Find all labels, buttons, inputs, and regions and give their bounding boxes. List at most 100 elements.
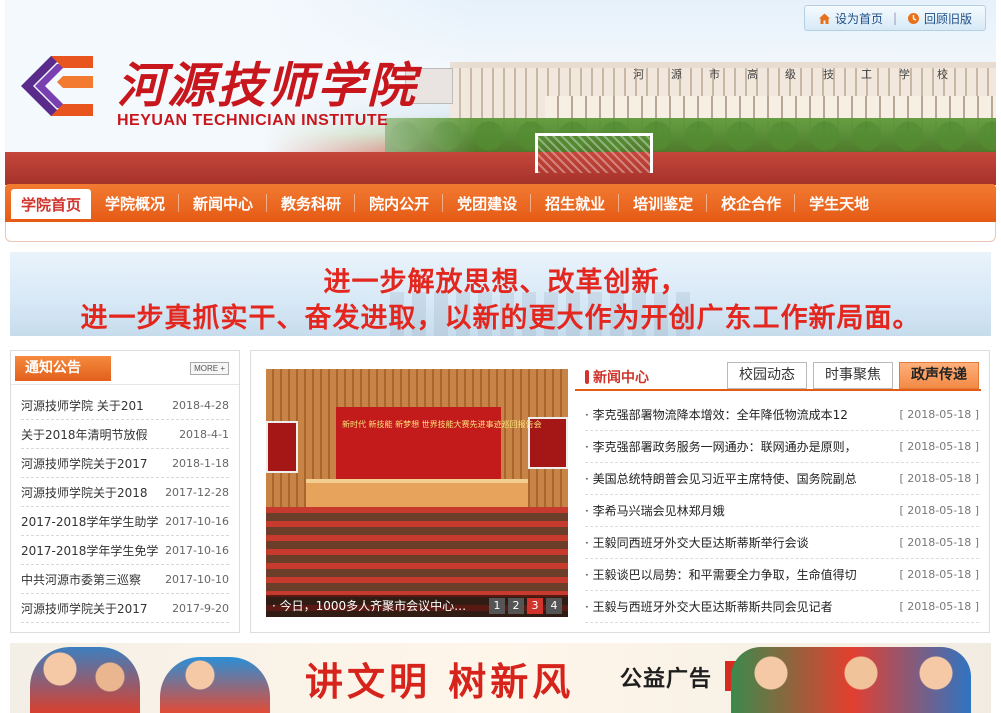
backdrop-text: 新时代 新技能 新梦想 世界技能大赛先进事迹巡回报告会 xyxy=(342,420,542,429)
pager-button-active[interactable]: 3 xyxy=(527,598,543,614)
list-item: 河源技师学院关于2018 2017-12-28 xyxy=(21,478,229,507)
notice-item-title[interactable]: 关于2018年清明节放假 xyxy=(21,426,161,443)
public-service-banner[interactable]: 讲文明 树新风 公益广告 xyxy=(10,643,991,713)
notice-item-title[interactable]: 中共河源市委第三巡察 xyxy=(21,571,161,588)
notice-item-date: 2018-4-28 xyxy=(172,398,229,412)
main-nav: 学院首页 学院概况 新闻中心 教务科研 院内公开 党团建设 招生就业 培训鉴定 … xyxy=(5,184,996,222)
news-item-date: [ 2018-05-18 ] xyxy=(899,472,979,485)
news-item-title[interactable]: · 美国总统特朗普会见习近平主席特使、国务院副总 xyxy=(585,470,875,487)
list-item: · 李希马兴瑞会见林郑月娥 [ 2018-05-18 ] xyxy=(585,495,979,527)
slideshow-caption-text: 今日，1000多人齐聚市会议中心… xyxy=(279,599,467,613)
public-ad-tag: 公益广告 xyxy=(620,667,713,692)
notice-item-title[interactable]: 2017-2018学年学生免学 xyxy=(21,542,161,559)
list-item: 2017-2018学年学生助学 2017-10-16 xyxy=(21,507,229,536)
notice-item-title[interactable]: 河源技师学院关于2017 xyxy=(21,600,161,617)
news-tabs: 新闻中心 校园动态 时事聚焦 政声传递 xyxy=(575,361,981,391)
stage-backdrop: 新时代 新技能 新梦想 世界技能大赛先进事迹巡回报告会 xyxy=(336,407,542,479)
tab-current-affairs[interactable]: 时事聚焦 xyxy=(813,362,893,389)
notice-item-title[interactable]: 河源技师学院关于2018 xyxy=(21,484,161,501)
nav-training[interactable]: 培训鉴定 xyxy=(619,184,708,222)
news-list: · 李克强部署物流降本增效：全年降低物流成本12 [ 2018-05-18 ] ·… xyxy=(585,399,979,623)
slideshow-pager: 1 2 3 4 xyxy=(489,598,562,614)
tab-policy-news[interactable]: 政声传递 xyxy=(899,362,979,389)
notice-panel: 通知公告 MORE + 河源技师学院 关于201 2018-4-28 关于2018… xyxy=(10,350,240,633)
college-name-cn: 河源技师学院 xyxy=(117,58,418,114)
nav-news[interactable]: 新闻中心 xyxy=(179,184,268,222)
list-item: · 李克强部署政务服务一网通办：联网通办是原则， [ 2018-05-18 ] xyxy=(585,431,979,463)
news-item-text: 王毅与西班牙外交大臣达斯蒂斯共同会见记者 xyxy=(592,600,833,614)
news-item-title[interactable]: · 王毅与西班牙外交大臣达斯蒂斯共同会见记者 xyxy=(585,598,875,615)
pager-button[interactable]: 2 xyxy=(508,598,524,614)
nav-admission[interactable]: 招生就业 xyxy=(531,184,620,222)
running-track xyxy=(5,152,996,185)
notice-title: 通知公告 xyxy=(15,356,111,381)
nav-students[interactable]: 学生天地 xyxy=(795,184,883,222)
news-item-text: 王毅谈巴以局势：和平需要全力争取，生命值得切 xyxy=(592,568,857,582)
campus-sign: 河源市高级技工学校 xyxy=(633,68,975,81)
news-item-title[interactable]: · 李希马兴瑞会见林郑月娥 xyxy=(585,502,875,519)
notice-list: 河源技师学院 关于201 2018-4-28 关于2018年清明节放假 2018-4… xyxy=(11,385,239,623)
news-item-title[interactable]: · 王毅同西班牙外交大臣达斯蒂斯举行会谈 xyxy=(585,534,875,551)
slogan-banner[interactable]: 进一步解放思想、改革创新， 进一步真抓实干、奋发进取，以新的更大作为开创广东工作… xyxy=(10,252,991,336)
nav-academic[interactable]: 教务科研 xyxy=(267,184,356,222)
news-item-title[interactable]: · 李克强部署物流降本增效：全年降低物流成本12 xyxy=(585,406,875,423)
college-name-en: HEYUAN TECHNICIAN INSTITUTE xyxy=(117,112,389,129)
list-item: · 美国总统特朗普会见习近平主席特使、国务院副总 [ 2018-05-18 ] xyxy=(585,463,979,495)
nav-enterprise[interactable]: 校企合作 xyxy=(707,184,796,222)
news-item-title[interactable]: · 王毅谈巴以局势：和平需要全力争取，生命值得切 xyxy=(585,566,875,583)
list-item: 中共河源市委第三巡察 2017-10-10 xyxy=(21,565,229,594)
notice-item-date: 2018-4-1 xyxy=(179,427,229,441)
set-homepage-label: 设为首页 xyxy=(834,11,883,26)
notice-item-date: 2017-10-10 xyxy=(165,572,229,586)
hall-screen-left xyxy=(266,421,298,473)
news-item-text: 美国总统特朗普会见习近平主席特使、国务院副总 xyxy=(592,472,857,486)
section-marker-icon xyxy=(585,370,589,384)
notice-item-date: 2017-9-20 xyxy=(172,601,229,615)
notice-item-date: 2018-1-18 xyxy=(172,456,229,470)
news-item-title[interactable]: · 李克强部署政务服务一网通办：联网通办是原则， xyxy=(585,438,875,455)
college-logo-icon[interactable] xyxy=(17,46,97,126)
civility-slogan: 讲文明 树新风 xyxy=(305,660,575,704)
nav-subbar xyxy=(5,222,996,242)
news-slideshow[interactable]: 新时代 新技能 新梦想 世界技能大赛先进事迹巡回报告会 · 今日，1000多人齐… xyxy=(266,369,568,617)
notice-item-title[interactable]: 河源技师学院 关于201 xyxy=(21,397,161,414)
notice-item-title[interactable]: 2017-2018学年学生助学 xyxy=(21,513,161,530)
pager-button[interactable]: 1 xyxy=(489,598,505,614)
home-icon xyxy=(818,13,830,24)
list-item: 2017-2018学年学生免学 2017-10-16 xyxy=(21,536,229,565)
top-links-divider: | xyxy=(892,11,898,25)
news-item-text: 王毅同西班牙外交大臣达斯蒂斯举行会谈 xyxy=(592,536,809,550)
nav-about[interactable]: 学院概况 xyxy=(91,184,180,222)
list-item: 关于2018年清明节放假 2018-4-1 xyxy=(21,420,229,449)
news-item-text: 李希马兴瑞会见林郑月娥 xyxy=(592,504,725,518)
pager-button[interactable]: 4 xyxy=(546,598,562,614)
news-item-text: 李克强部署政务服务一网通办：联网通办是原则， xyxy=(592,440,857,454)
list-item: 河源技师学院关于2017 2017-9-20 xyxy=(21,594,229,623)
banner-line-1: 进一步解放思想、改革创新， xyxy=(323,267,688,298)
news-item-date: [ 2018-05-18 ] xyxy=(899,408,979,421)
clay-figure-middle xyxy=(160,657,270,713)
stage xyxy=(306,479,528,507)
list-item: · 李克强部署物流降本增效：全年降低物流成本12 [ 2018-05-18 ] xyxy=(585,399,979,431)
news-section-title: 新闻中心 xyxy=(585,367,649,387)
tab-campus-news[interactable]: 校园动态 xyxy=(727,362,807,389)
list-item: · 王毅谈巴以局势：和平需要全力争取，生命值得切 [ 2018-05-18 ] xyxy=(585,559,979,591)
set-homepage-link[interactable]: 设为首页 xyxy=(818,10,883,27)
banner-line-2: 进一步真抓实干、奋发进取，以新的更大作为开创广东工作新局面。 xyxy=(80,303,921,334)
list-item: 河源技师学院关于2017 2018-1-18 xyxy=(21,449,229,478)
nav-disclosure[interactable]: 院内公开 xyxy=(355,184,444,222)
old-version-link[interactable]: 回顾旧版 xyxy=(907,10,972,27)
history-icon xyxy=(908,12,920,24)
notice-item-title[interactable]: 河源技师学院关于2017 xyxy=(21,455,161,472)
nav-home[interactable]: 学院首页 xyxy=(11,189,92,219)
nav-party[interactable]: 党团建设 xyxy=(443,184,532,222)
news-item-date: [ 2018-05-18 ] xyxy=(899,504,979,517)
notice-more-button[interactable]: MORE + xyxy=(190,362,229,375)
list-item: · 王毅与西班牙外交大臣达斯蒂斯共同会见记者 [ 2018-05-18 ] xyxy=(585,591,979,623)
notice-item-date: 2017-10-16 xyxy=(165,543,229,557)
list-item: 河源技师学院 关于201 2018-4-28 xyxy=(21,391,229,420)
news-section-label: 新闻中心 xyxy=(593,370,649,386)
news-item-date: [ 2018-05-18 ] xyxy=(899,568,979,581)
notice-header: 通知公告 MORE + xyxy=(11,351,239,385)
clay-figure-left xyxy=(30,647,140,713)
